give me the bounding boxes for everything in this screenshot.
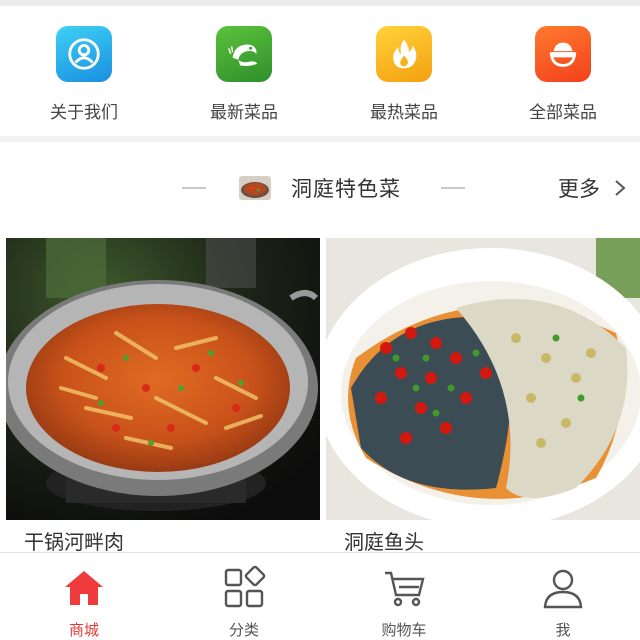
- quick-nav-label: 最热菜品: [370, 103, 438, 123]
- product-name: 洞庭鱼头: [344, 530, 424, 554]
- tab-label: 分类: [228, 621, 259, 639]
- shrimp-icon: [216, 26, 272, 82]
- tab-me[interactable]: 我: [503, 565, 623, 640]
- fish-head-dish-image: [326, 238, 640, 520]
- cart-icon: [381, 565, 427, 611]
- quick-nav-newest-dishes[interactable]: 最新菜品: [184, 26, 304, 123]
- divider-line: [441, 187, 465, 189]
- bottom-tab-bar: 商城 分类 购物车 我: [0, 552, 640, 640]
- quick-nav-label: 最新菜品: [210, 103, 278, 123]
- dish-thumbnail: [239, 176, 271, 200]
- product-name: 干锅河畔肉: [24, 530, 124, 554]
- divider-line: [182, 187, 206, 189]
- tab-category[interactable]: 分类: [184, 565, 304, 640]
- profile-icon: [56, 26, 112, 82]
- tab-label: 购物车: [381, 621, 427, 639]
- product-grid: 干锅河畔肉 洞庭鱼头: [0, 234, 640, 554]
- section-title: 洞庭特色菜: [291, 177, 401, 201]
- more-link[interactable]: 更多: [558, 173, 600, 203]
- dry-pot-dish-image: [6, 238, 320, 520]
- rice-bowl-icon: [535, 26, 591, 82]
- product-card[interactable]: 干锅河畔肉: [6, 238, 320, 554]
- tab-mall[interactable]: 商城: [24, 565, 144, 640]
- quick-nav-about-us[interactable]: 关于我们: [24, 26, 144, 123]
- section-header: 洞庭特色菜 更多: [0, 142, 640, 234]
- quick-nav-label: 关于我们: [50, 103, 118, 123]
- tab-cart[interactable]: 购物车: [344, 565, 464, 640]
- quick-nav-label: 全部菜品: [529, 103, 597, 123]
- tab-label: 我: [555, 621, 571, 639]
- product-card[interactable]: 洞庭鱼头: [326, 238, 640, 554]
- flame-icon: [376, 26, 432, 82]
- quick-nav-all-dishes[interactable]: 全部菜品: [503, 26, 623, 123]
- tab-label: 商城: [68, 621, 99, 639]
- home-icon: [61, 565, 107, 611]
- user-icon: [540, 565, 586, 611]
- quick-nav-hottest-dishes[interactable]: 最热菜品: [344, 26, 464, 123]
- category-grid-icon: [221, 565, 267, 611]
- quick-nav: 关于我们 最新菜品 最热菜品 全部菜品: [0, 6, 640, 136]
- chevron-right-icon[interactable]: [612, 178, 628, 198]
